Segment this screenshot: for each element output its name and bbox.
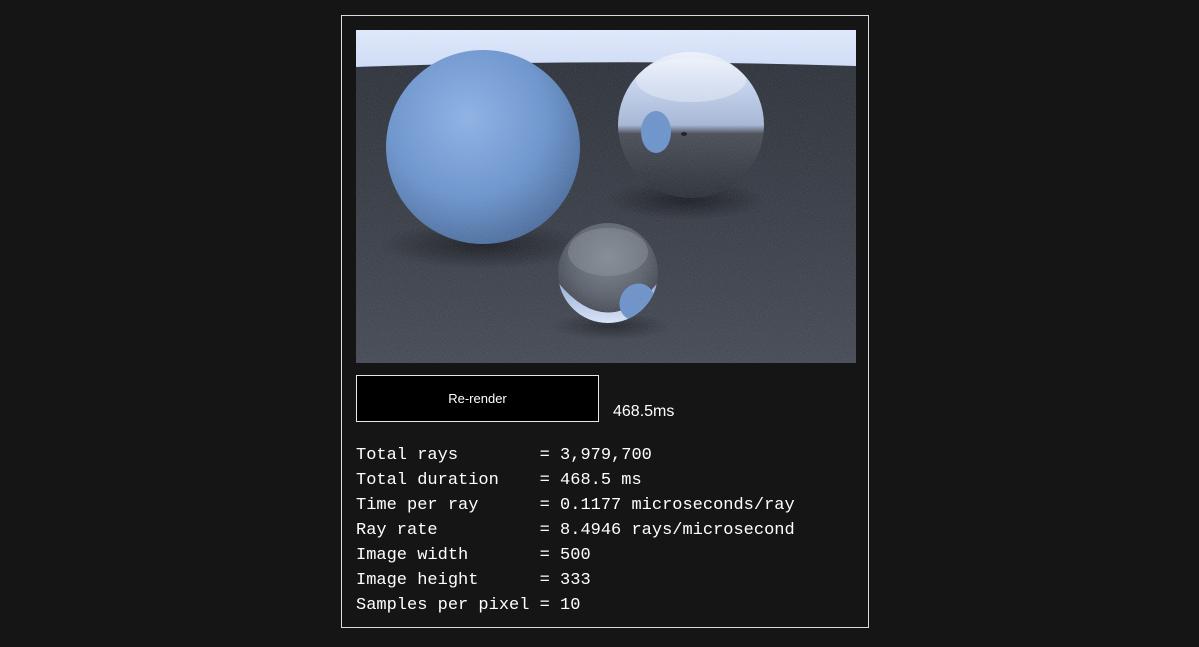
stat-label: Image height (356, 571, 540, 590)
stat-row-image-height: Image height = 333 (356, 571, 591, 590)
stat-value: 468.5 ms (560, 471, 642, 490)
stat-value: 500 (560, 546, 591, 565)
stat-row-ray-rate: Ray rate = 8.4946 rays/microsecond (356, 521, 795, 540)
stat-value: 333 (560, 571, 591, 590)
stat-row-image-width: Image width = 500 (356, 546, 591, 565)
render-noise (356, 30, 856, 363)
re-render-button[interactable]: Re-render (356, 375, 599, 422)
stat-value: 0.1177 microseconds/ray (560, 496, 795, 515)
stat-value: 3,979,700 (560, 446, 652, 465)
stat-row-total-duration: Total duration = 468.5 ms (356, 471, 642, 490)
stat-row-time-per-ray: Time per ray = 0.1177 microseconds/ray (356, 496, 795, 515)
stat-label: Image width (356, 546, 540, 565)
render-time-label: 468.5ms (613, 403, 675, 420)
stat-label: Total duration (356, 471, 540, 490)
stat-value: 8.4946 rays/microsecond (560, 521, 795, 540)
render-stats: Total rays = 3,979,700 Total duration = 4… (356, 443, 795, 618)
stat-label: Time per ray (356, 496, 540, 515)
stat-row-samples-per-pixel: Samples per pixel = 10 (356, 596, 581, 615)
stat-value: 10 (560, 596, 581, 615)
stat-row-total-rays: Total rays = 3,979,700 (356, 446, 652, 465)
stat-label: Ray rate (356, 521, 540, 540)
render-panel: Re-render 468.5ms Total rays = 3,979,700… (341, 15, 869, 628)
stat-label: Total rays (356, 446, 540, 465)
stat-label: Samples per pixel (356, 596, 540, 615)
render-output-image (356, 30, 856, 363)
